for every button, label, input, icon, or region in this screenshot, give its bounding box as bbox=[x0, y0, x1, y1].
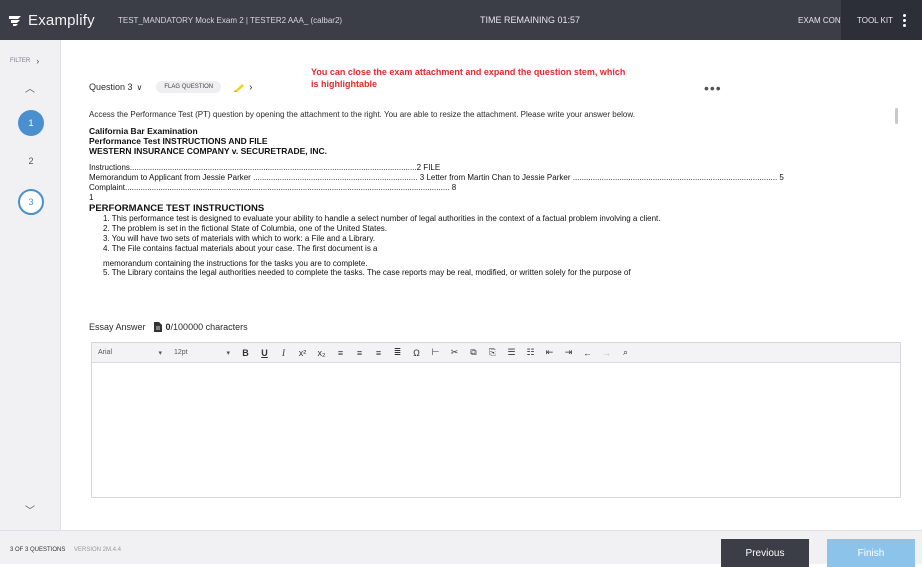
brand-name: Examplify bbox=[28, 11, 95, 29]
question-header: Question 3 ∨ FLAG QUESTION › bbox=[89, 81, 252, 93]
find-icon[interactable]: ⌕ bbox=[616, 347, 635, 358]
doc-heading-1: California Bar Examination bbox=[89, 126, 198, 136]
character-limit: /100000 characters bbox=[170, 322, 248, 332]
more-vertical-icon bbox=[903, 13, 906, 27]
essay-answer-label: Essay Answer bbox=[89, 322, 146, 332]
annotation-note: You can close the exam attachment and ex… bbox=[311, 67, 626, 89]
time-remaining: TIME REMAINING 01:57 bbox=[480, 15, 581, 25]
copy-icon[interactable]: ⧉ bbox=[464, 347, 483, 358]
essay-answer-header: Essay Answer 0 /100000 characters bbox=[89, 322, 248, 332]
align-center-icon[interactable]: ≡ bbox=[350, 348, 369, 358]
question-nav-3[interactable]: 3 bbox=[18, 189, 44, 215]
undo-icon[interactable]: ← bbox=[578, 348, 597, 358]
page-break-icon[interactable]: ⊢ bbox=[426, 347, 445, 358]
font-family-value: Arial bbox=[98, 348, 113, 356]
version-label: VERSION 2M.4.4 bbox=[74, 547, 122, 553]
question-document: California Bar Examination Performance T… bbox=[89, 126, 889, 277]
special-character-icon[interactable]: Ω bbox=[407, 348, 426, 358]
filter-button[interactable]: FILTER › bbox=[10, 56, 39, 66]
examplify-logo-icon bbox=[9, 16, 21, 26]
instruction-item: 5. The Library contains the legal author… bbox=[103, 268, 631, 277]
tool-kit-label: TOOL KIT bbox=[856, 15, 893, 25]
chevron-down-icon: ▾ bbox=[158, 349, 162, 357]
instruction-continuation: memorandum containing the instructions f… bbox=[103, 259, 368, 268]
exam-title: TEST_MANDATORY Mock Exam 2 | TESTER2 AAA… bbox=[118, 15, 343, 25]
more-options-icon[interactable]: ••• bbox=[704, 80, 722, 96]
chevron-right-icon[interactable]: › bbox=[249, 82, 252, 93]
question-selector[interactable]: Question 3 bbox=[89, 82, 133, 92]
doc-toc: Instructions............................… bbox=[89, 163, 889, 203]
doc-heading-3: WESTERN INSURANCE COMPANY v. SECURETRADE… bbox=[89, 146, 328, 156]
cut-icon[interactable]: ✂ bbox=[445, 347, 464, 358]
filter-label: FILTER bbox=[10, 58, 31, 64]
font-size-select[interactable]: 12pt ▾ bbox=[168, 349, 236, 357]
outdent-icon[interactable]: ⇤ bbox=[540, 347, 559, 358]
chevron-down-icon[interactable]: ﹀ bbox=[25, 502, 35, 517]
highlighter-icon[interactable] bbox=[233, 82, 245, 92]
essay-editor[interactable]: Arial ▾ 12pt ▾ B U I x² x₂ ≡ ≡ ≡ ≣ Ω ⊢ ✂… bbox=[91, 342, 901, 498]
question-progress: 3 OF 3 QUESTIONS bbox=[10, 547, 66, 553]
chevron-right-icon: › bbox=[36, 56, 40, 66]
instruction-item: 1. This performance test is designed to … bbox=[103, 214, 661, 223]
font-family-select[interactable]: Arial ▾ bbox=[98, 349, 168, 357]
brand: Examplify bbox=[0, 12, 108, 29]
paste-icon[interactable]: ⎘ bbox=[483, 347, 502, 358]
toc-line: 1 bbox=[89, 193, 94, 202]
pt-instructions-heading: PERFORMANCE TEST INSTRUCTIONS bbox=[89, 203, 265, 214]
question-nav-2[interactable]: 2 bbox=[18, 148, 44, 174]
footer-bar: 3 OF 3 QUESTIONS VERSION 2M.4.4 Previous… bbox=[0, 530, 922, 567]
italic-icon[interactable]: I bbox=[274, 348, 293, 358]
question-nav-1[interactable]: 1 bbox=[18, 110, 44, 136]
toc-line: Complaint...............................… bbox=[89, 183, 457, 192]
indent-icon[interactable]: ⇥ bbox=[559, 347, 578, 358]
flag-question-button[interactable]: FLAG QUESTION bbox=[156, 81, 222, 93]
question-prompt: Access the Performance Test (PT) questio… bbox=[89, 110, 635, 119]
subscript-icon[interactable]: x₂ bbox=[312, 348, 331, 358]
chevron-down-icon[interactable]: ∨ bbox=[137, 83, 143, 92]
instruction-item: 2. The problem is set in the fictional S… bbox=[103, 224, 388, 233]
question-sidebar: FILTER › ︿ 1 2 3 ﹀ bbox=[0, 40, 61, 530]
instruction-item: 3. You will have two sets of materials w… bbox=[103, 234, 375, 243]
chevron-up-icon[interactable]: ︿ bbox=[25, 80, 35, 95]
superscript-icon[interactable]: x² bbox=[293, 348, 312, 358]
finish-button[interactable]: Finish bbox=[827, 539, 915, 567]
font-size-value: 12pt bbox=[174, 348, 188, 356]
bold-icon[interactable]: B bbox=[236, 348, 255, 358]
toc-line: Instructions............................… bbox=[89, 163, 441, 172]
document-icon bbox=[153, 322, 162, 332]
instruction-item: 4. The File contains factual materials a… bbox=[103, 244, 378, 253]
numbered-list-icon[interactable]: ☰ bbox=[502, 347, 521, 358]
align-justify-icon[interactable]: ≣ bbox=[388, 347, 407, 358]
editor-toolbar: Arial ▾ 12pt ▾ B U I x² x₂ ≡ ≡ ≡ ≣ Ω ⊢ ✂… bbox=[92, 343, 900, 363]
toc-line: Memorandum to Applicant from Jessie Park… bbox=[89, 173, 784, 182]
redo-icon[interactable]: → bbox=[597, 348, 616, 358]
underline-icon[interactable]: U bbox=[255, 348, 274, 358]
scrollbar[interactable] bbox=[895, 108, 898, 124]
question-panel: Question 3 ∨ FLAG QUESTION › You can clo… bbox=[61, 40, 922, 530]
chevron-down-icon: ▾ bbox=[226, 349, 230, 357]
align-right-icon[interactable]: ≡ bbox=[369, 348, 388, 358]
bulleted-list-icon[interactable]: ☷ bbox=[521, 347, 540, 358]
tool-kit-button[interactable]: TOOL KIT bbox=[841, 0, 922, 40]
previous-button[interactable]: Previous bbox=[721, 539, 809, 567]
align-left-icon[interactable]: ≡ bbox=[331, 348, 350, 358]
top-bar: Examplify TEST_MANDATORY Mock Exam 2 | T… bbox=[0, 0, 922, 40]
doc-heading-2: Performance Test INSTRUCTIONS AND FILE bbox=[89, 136, 268, 146]
